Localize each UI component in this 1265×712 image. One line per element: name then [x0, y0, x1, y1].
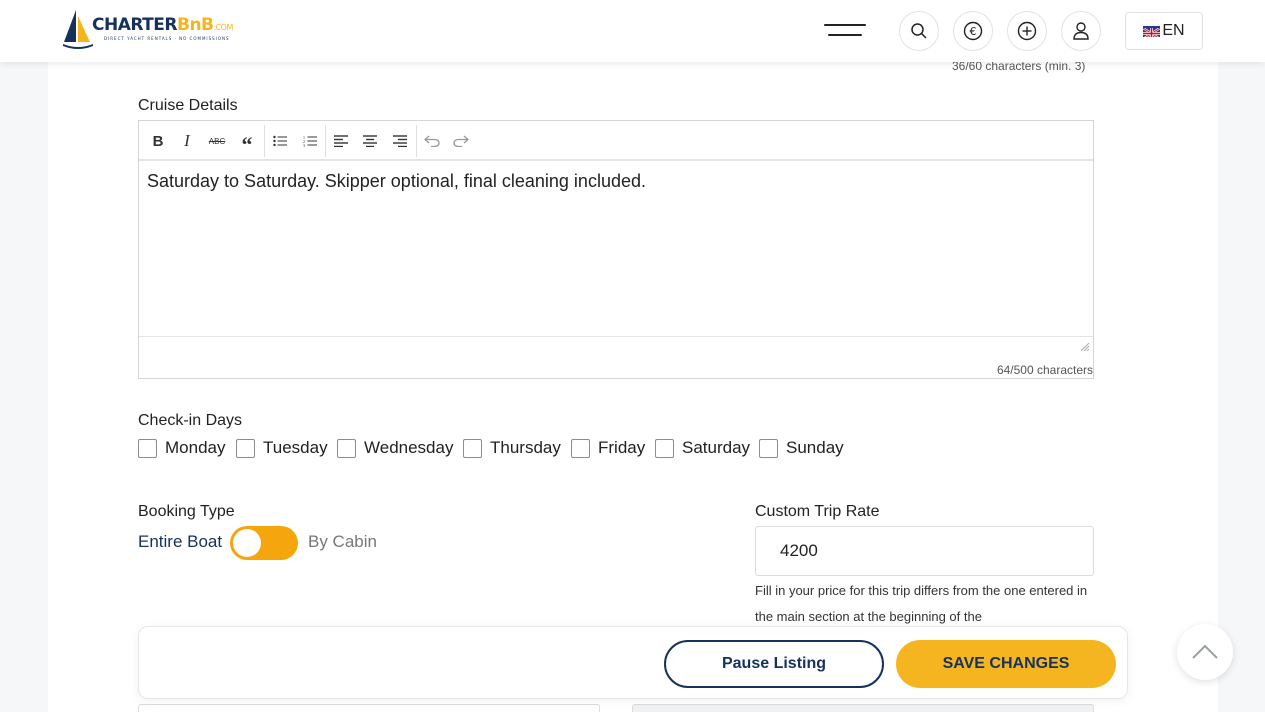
checkin-day-tuesday[interactable]: Tuesday: [236, 437, 328, 459]
checkbox-label: Wednesday: [364, 438, 454, 457]
field-input-left[interactable]: [138, 704, 600, 712]
strikethrough-icon[interactable]: ABC: [206, 130, 228, 152]
booking-type-toggle[interactable]: [230, 526, 298, 560]
checkbox-label: Monday: [165, 438, 226, 457]
checkbox-label: Friday: [598, 438, 646, 457]
custom-rate-label: Custom Trip Rate: [755, 503, 880, 520]
scroll-to-top-button[interactable]: [1177, 624, 1233, 680]
language-label: EN: [1162, 22, 1185, 39]
checkbox[interactable]: [571, 438, 590, 458]
redo-icon[interactable]: [450, 130, 472, 152]
checkbox-label: Thursday: [490, 438, 561, 457]
quote-icon[interactable]: “: [236, 130, 258, 157]
save-changes-button[interactable]: SAVE CHANGES: [896, 640, 1116, 688]
custom-rate-help-text: Fill in your price for this trip differs…: [755, 583, 1088, 624]
logo-brand-accent: BnB: [177, 15, 214, 35]
toggle-knob: [233, 529, 261, 557]
toolbar-divider: [416, 125, 417, 157]
editor-statusbar: 64/500 characters: [139, 336, 1093, 378]
checkin-day-friday[interactable]: Friday: [571, 437, 645, 459]
cruise-details-editor[interactable]: B I ABC “ 123 Saturday to Saturday. Skip…: [138, 120, 1094, 379]
bulleted-list-icon[interactable]: [269, 130, 291, 152]
svg-text:€: €: [970, 25, 977, 38]
sticky-action-bar: Pause Listing SAVE CHANGES: [138, 626, 1128, 699]
checkin-day-thursday[interactable]: Thursday: [463, 437, 561, 459]
checkin-day-wednesday[interactable]: Wednesday: [337, 437, 453, 459]
logo-brand-suffix: .COM: [213, 23, 234, 32]
currency-button[interactable]: €: [953, 11, 993, 51]
menu-icon[interactable]: [824, 22, 866, 40]
checkbox[interactable]: [337, 438, 356, 458]
editor-content[interactable]: Saturday to Saturday. Skipper optional, …: [147, 171, 646, 192]
field-input-right[interactable]: [632, 704, 1094, 712]
align-right-icon[interactable]: [389, 130, 411, 152]
cruise-details-label: Cruise Details: [138, 97, 238, 114]
bold-icon[interactable]: B: [147, 130, 169, 152]
search-button[interactable]: [899, 11, 939, 51]
align-center-icon[interactable]: [359, 130, 381, 152]
logo-brand-main: CHARTER: [92, 15, 178, 35]
booking-option-entire-boat[interactable]: Entire Boat: [138, 532, 222, 552]
toolbar-divider: [264, 125, 265, 157]
chevron-up-icon: [1192, 645, 1218, 659]
checkin-day-saturday[interactable]: Saturday: [655, 437, 750, 459]
checkbox-label: Tuesday: [263, 438, 328, 457]
undo-icon[interactable]: [421, 130, 443, 152]
checkbox-label: Saturday: [682, 438, 751, 457]
resize-handle-icon[interactable]: [1081, 343, 1089, 351]
checkbox[interactable]: [759, 438, 778, 458]
align-left-icon[interactable]: [330, 130, 352, 152]
account-button[interactable]: [1061, 11, 1101, 51]
italic-icon[interactable]: I: [176, 130, 198, 152]
top-navbar: CHARTERBnB.COM DIRECT YACHT RENTALS · NO…: [0, 0, 1265, 62]
checkbox[interactable]: [138, 438, 157, 458]
site-logo[interactable]: CHARTERBnB.COM DIRECT YACHT RENTALS · NO…: [62, 8, 252, 52]
sailboat-logo-icon: [63, 10, 93, 49]
euro-icon: €: [963, 21, 983, 41]
svg-text:3: 3: [303, 143, 305, 147]
checkbox-label: Sunday: [786, 438, 844, 457]
numbered-list-icon[interactable]: 123: [299, 130, 321, 152]
add-listing-button[interactable]: [1007, 11, 1047, 51]
pause-listing-button[interactable]: Pause Listing: [664, 640, 884, 688]
logo-text: CHARTERBnB.COM: [92, 15, 233, 35]
custom-rate-input[interactable]: 4200: [755, 526, 1094, 576]
editor-char-count: 64/500 characters: [996, 363, 1093, 377]
checkbox[interactable]: [655, 438, 674, 458]
checkin-days-label: Check-in Days: [138, 412, 243, 429]
language-selector[interactable]: EN: [1125, 12, 1203, 50]
logo-tagline: DIRECT YACHT RENTALS · NO COMMISSIONS: [104, 36, 230, 41]
uk-flag-icon: [1143, 25, 1161, 37]
user-icon: [1073, 22, 1089, 40]
toolbar-divider: [325, 125, 326, 157]
editor-toolbar: B I ABC “ 123: [139, 121, 1093, 161]
plus-circle-icon: [1017, 21, 1037, 41]
checkin-day-monday[interactable]: Monday: [138, 437, 225, 459]
booking-type-label: Booking Type: [138, 503, 235, 520]
checkbox[interactable]: [463, 438, 482, 458]
checkin-day-sunday[interactable]: Sunday: [759, 437, 844, 459]
search-icon: [911, 23, 927, 39]
checkbox[interactable]: [236, 438, 255, 458]
booking-option-by-cabin[interactable]: By Cabin: [308, 532, 377, 552]
